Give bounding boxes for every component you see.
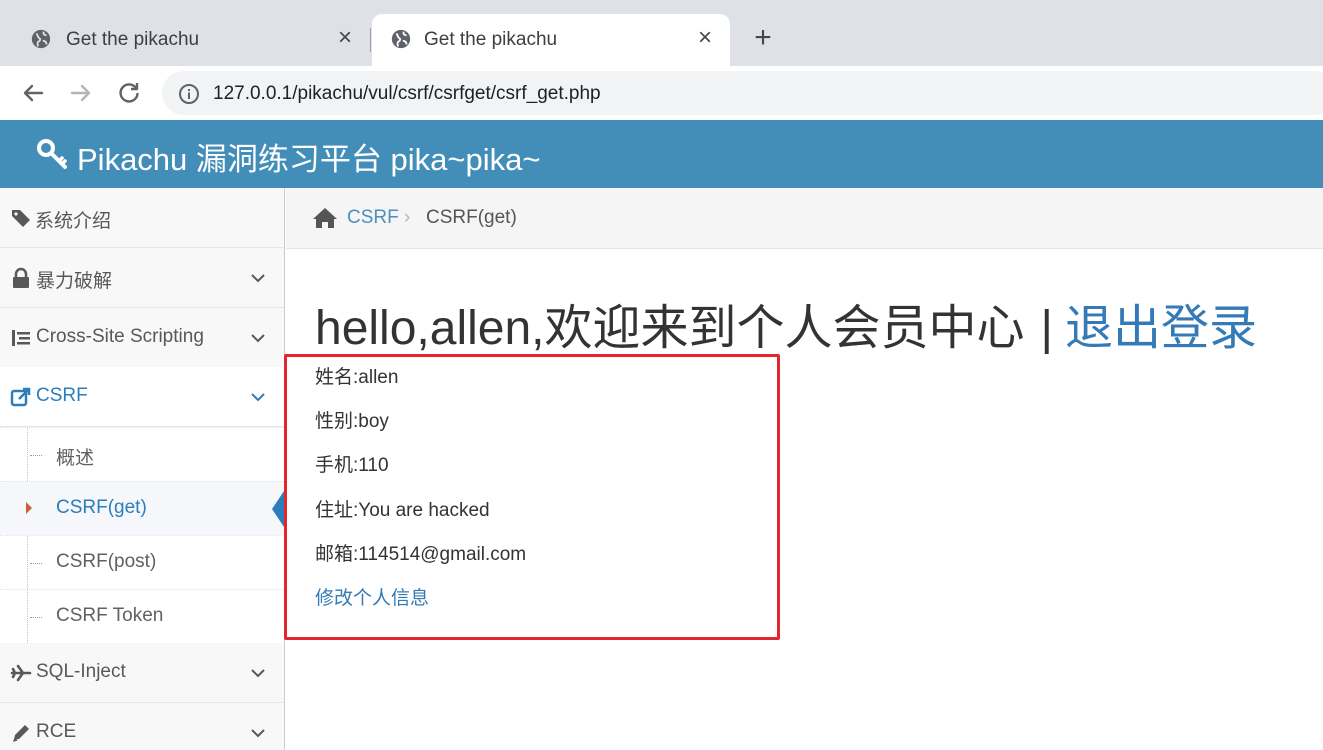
page-title: hello,allen,欢迎来到个人会员中心 | 退出登录 [315, 288, 1257, 358]
lock-icon [13, 267, 29, 288]
profile-email: 邮箱:114514@gmail.com [315, 544, 527, 565]
tab-divider [370, 28, 371, 52]
plane-icon [10, 664, 32, 682]
submenu-item-label: CSRF(get) [56, 497, 147, 518]
tree-branch [30, 617, 42, 618]
submenu-item-overview[interactable]: 概述 [0, 427, 284, 481]
breadcrumb-link-csrf[interactable]: CSRF [347, 207, 399, 229]
sidebar-item-sql-inject[interactable]: SQL-Inject [0, 643, 284, 703]
browser-tab[interactable]: Get the pikachu × [0, 14, 370, 66]
chevron-down-icon[interactable] [248, 387, 268, 407]
profile-phone: 手机:110 [315, 455, 389, 476]
edit-profile-link[interactable]: 修改个人信息 [315, 583, 429, 610]
caret-right-icon [26, 502, 32, 514]
key-icon [37, 139, 67, 169]
close-icon[interactable]: × [334, 26, 356, 50]
breadcrumb-separator: › [404, 207, 411, 228]
sidebar-item-label: SQL-Inject [36, 661, 126, 682]
home-icon[interactable] [312, 206, 338, 230]
tree-branch [30, 455, 42, 456]
chevron-down-icon[interactable] [248, 723, 268, 743]
new-tab-button[interactable]: + [750, 23, 776, 53]
sidebar: 系统介绍 暴力破解 Cross-Site Scripting CSRF 概述 C… [0, 188, 285, 750]
sidebar-item-csrf[interactable]: CSRF [0, 367, 284, 427]
pencil-icon [13, 725, 29, 742]
sidebar-item-label: 暴力破解 [36, 271, 113, 292]
globe-icon [391, 29, 411, 49]
title-separator: | [1040, 302, 1053, 355]
profile-address: 住址:You are hacked [315, 500, 490, 521]
submenu-item-label: 概述 [56, 448, 95, 469]
browser-tab-strip: Get the pikachu × Get the pikachu × + [0, 0, 1323, 66]
address-bar[interactable]: 127.0.0.1/pikachu/vul/csrf/csrfget/csrf_… [162, 71, 1323, 115]
site-header: Pikachu 漏洞练习平台 pika~pika~ [0, 120, 1323, 188]
chevron-down-icon[interactable] [248, 663, 268, 683]
tags-icon [12, 210, 30, 227]
breadcrumb: CSRF › CSRF(get) [286, 188, 1323, 249]
csrf-submenu: 概述 CSRF(get) CSRF(post) CSRF Token [0, 427, 284, 643]
logout-link[interactable]: 退出登录 [1065, 302, 1257, 355]
sidebar-item-brute-force[interactable]: 暴力破解 [0, 248, 284, 308]
submenu-item-label: CSRF Token [56, 605, 164, 626]
close-icon[interactable]: × [694, 26, 716, 50]
browser-tab-active[interactable]: Get the pikachu × [372, 14, 730, 66]
globe-icon [31, 29, 51, 49]
sidebar-item-rce[interactable]: RCE [0, 703, 284, 750]
tab-title: Get the pikachu [66, 29, 200, 50]
chevron-down-icon[interactable] [248, 328, 268, 348]
sidebar-item-label: Cross-Site Scripting [36, 326, 204, 347]
info-icon[interactable] [178, 83, 200, 105]
submenu-item-label: CSRF(post) [56, 551, 157, 572]
back-arrow-icon[interactable] [18, 78, 48, 108]
forward-arrow-icon[interactable] [66, 78, 96, 108]
list-icon [12, 330, 30, 346]
profile-name: 姓名:allen [315, 367, 399, 388]
browser-toolbar: 127.0.0.1/pikachu/vul/csrf/csrfget/csrf_… [0, 66, 1323, 120]
breadcrumb-current: CSRF(get) [426, 207, 517, 228]
active-pointer-icon [272, 491, 284, 527]
share-icon [10, 387, 31, 407]
sidebar-item-label: 系统介绍 [35, 211, 112, 232]
url-text: 127.0.0.1/pikachu/vul/csrf/csrfget/csrf_… [213, 83, 601, 104]
chevron-down-icon[interactable] [248, 268, 268, 288]
submenu-item-csrf-get[interactable]: CSRF(get) [0, 481, 284, 535]
welcome-text: hello,allen,欢迎来到个人会员中心 [315, 302, 1025, 355]
reload-icon[interactable] [114, 78, 144, 108]
sidebar-item-label: CSRF [36, 385, 88, 406]
site-brand-title[interactable]: Pikachu 漏洞练习平台 pika~pika~ [77, 134, 540, 179]
submenu-item-csrf-post[interactable]: CSRF(post) [0, 535, 284, 589]
sidebar-item-xss[interactable]: Cross-Site Scripting [0, 308, 284, 368]
sidebar-item-intro[interactable]: 系统介绍 [0, 188, 284, 248]
tree-branch [30, 563, 42, 564]
profile-sex: 性别:boy [315, 411, 389, 432]
sidebar-item-label: RCE [36, 721, 77, 742]
submenu-item-csrf-token[interactable]: CSRF Token [0, 589, 284, 643]
tab-title: Get the pikachu [424, 29, 558, 50]
